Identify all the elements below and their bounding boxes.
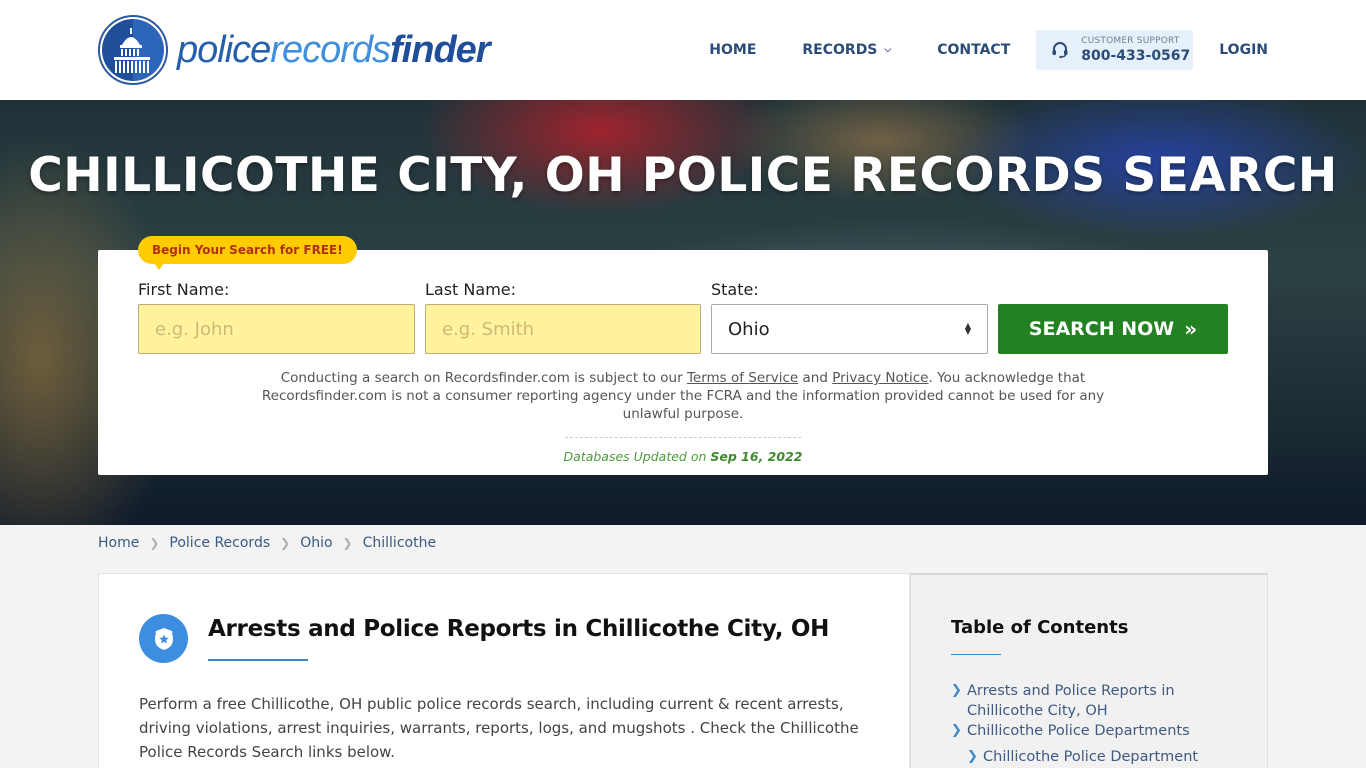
breadcrumb-police-records[interactable]: Police Records <box>169 535 270 551</box>
nav-records[interactable]: RECORDS ⌵ <box>802 42 891 58</box>
breadcrumb-ohio[interactable]: Ohio <box>300 535 332 551</box>
title-underline <box>208 659 308 661</box>
customer-support-box[interactable]: CUSTOMER SUPPORT 800-433-0567 <box>1036 30 1194 70</box>
nav-contact[interactable]: CONTACT <box>937 42 1010 58</box>
search-now-button[interactable]: SEARCH NOW » <box>998 304 1228 354</box>
breadcrumb-home[interactable]: Home <box>98 535 139 551</box>
chevron-right-icon: ❯ <box>149 536 160 550</box>
search-form-card: Begin Your Search for FREE! First Name: … <box>98 236 1268 475</box>
last-name-input[interactable] <box>425 304 701 354</box>
updated-date: Sep 16, 2022 <box>710 449 803 464</box>
police-badge-icon <box>139 614 188 663</box>
state-select-value: Ohio <box>728 318 770 340</box>
support-label: CUSTOMER SUPPORT <box>1081 36 1180 46</box>
free-search-badge: Begin Your Search for FREE! <box>138 236 357 270</box>
chevron-right-icon: ❯ <box>967 749 978 764</box>
first-name-label: First Name: <box>138 280 230 299</box>
breadcrumb-bar: Home ❯ Police Records ❯ Ohio ❯ Chillicot… <box>0 525 1366 563</box>
state-select[interactable]: Ohio ▲ ▼ <box>711 304 988 354</box>
double-chevron-right-icon: » <box>1184 317 1198 341</box>
first-name-input[interactable] <box>138 304 415 354</box>
headset-icon <box>1052 42 1068 59</box>
nav-login[interactable]: LOGIN <box>1219 42 1268 58</box>
select-arrows-icon: ▲ ▼ <box>964 321 971 336</box>
chevron-right-icon: ❯ <box>951 683 962 698</box>
support-phone[interactable]: 800-433-0567 <box>1081 49 1190 63</box>
toc-underline <box>951 654 1001 655</box>
article-title: Arrests and Police Reports in Chillicoth… <box>208 616 830 642</box>
capitol-logo-icon <box>98 15 168 85</box>
logo-wordmark: policerecordsfinder <box>177 29 491 71</box>
article-card: Arrests and Police Reports in Chillicoth… <box>98 573 910 768</box>
state-label: State: <box>711 280 759 299</box>
search-disclaimer: Conducting a search on Recordsfinder.com… <box>261 370 1105 422</box>
toc-list: ❯ Arrests and Police Reports in Chillico… <box>951 681 1241 767</box>
table-of-contents: Table of Contents ❯ Arrests and Police R… <box>910 573 1268 768</box>
article-intro: Perform a free Chillicothe, OH public po… <box>139 695 859 761</box>
toc-title: Table of Contents <box>951 617 1129 638</box>
nav-home[interactable]: HOME <box>709 42 756 58</box>
databases-updated: Databases Updated on Sep 16, 2022 <box>563 449 803 464</box>
main-nav: HOME RECORDS ⌵ CONTACT CUSTOMER SUPPORT 8… <box>709 30 1268 70</box>
breadcrumb: Home ❯ Police Records ❯ Ohio ❯ Chillicot… <box>98 535 436 551</box>
chevron-right-icon: ❯ <box>951 723 962 738</box>
site-header: policerecordsfinder HOME RECORDS ⌵ CONTAC… <box>0 0 1366 100</box>
toc-item[interactable]: ❯ Chillicothe Police Departments <box>951 721 1241 741</box>
chevron-down-icon: ⌵ <box>884 45 892 55</box>
toc-item[interactable]: ❯ Arrests and Police Reports in Chillico… <box>951 681 1241 721</box>
chevron-right-icon: ❯ <box>342 536 353 550</box>
hero-section: CHILLICOTHE CITY, OH POLICE RECORDS SEAR… <box>0 100 1366 525</box>
last-name-label: Last Name: <box>425 280 517 299</box>
privacy-notice-link[interactable]: Privacy Notice <box>832 370 928 386</box>
toc-subitem[interactable]: ❯ Chillicothe Police Department <box>967 747 1241 767</box>
site-logo[interactable]: policerecordsfinder <box>98 15 491 85</box>
dashed-divider <box>565 437 801 438</box>
chevron-right-icon: ❯ <box>280 536 291 550</box>
page-title: CHILLICOTHE CITY, OH POLICE RECORDS SEAR… <box>28 148 1338 203</box>
terms-of-service-link[interactable]: Terms of Service <box>687 370 798 386</box>
breadcrumb-chillicothe[interactable]: Chillicothe <box>363 535 436 551</box>
